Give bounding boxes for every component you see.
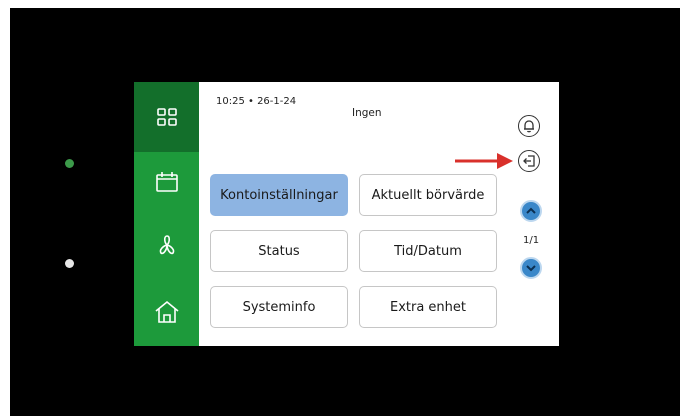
chevron-up-icon: [526, 207, 536, 214]
logout-button[interactable]: [518, 150, 540, 172]
page-up-button[interactable]: [520, 200, 542, 222]
annotation-arrow: [455, 153, 513, 169]
logout-icon: [523, 155, 535, 167]
status-led-green: [65, 159, 74, 168]
touch-screen: 10:25 • 26-1-24 Ingen Kontoinställningar…: [134, 82, 559, 346]
bell-icon: [524, 120, 534, 133]
current-setpoint-button[interactable]: Aktuellt börvärde: [359, 174, 497, 216]
grid-icon: [156, 108, 177, 126]
page-down-button[interactable]: [520, 257, 542, 279]
account-settings-button[interactable]: Kontoinställningar: [210, 174, 348, 216]
sidebar-item-menu[interactable]: [134, 82, 199, 152]
sidebar-item-schedule[interactable]: [134, 152, 199, 212]
timestamp: 10:25 • 26-1-24: [216, 96, 297, 107]
fan-icon: [159, 234, 174, 254]
time-date-button[interactable]: Tid/Datum: [359, 230, 497, 272]
sidebar-item-fan[interactable]: [134, 212, 199, 277]
sidebar-item-home[interactable]: [134, 277, 199, 346]
calendar-icon: [155, 172, 178, 192]
notifications-button[interactable]: [518, 115, 540, 137]
chevron-down-icon: [526, 265, 536, 272]
page-indicator: 1/1: [523, 235, 540, 246]
home-icon: [154, 300, 179, 323]
system-info-button[interactable]: Systeminfo: [210, 286, 348, 328]
sidebar: [134, 82, 199, 346]
extra-unit-button[interactable]: Extra enhet: [359, 286, 497, 328]
mode-label: Ingen: [352, 107, 382, 119]
status-led-white: [65, 259, 74, 268]
status-button[interactable]: Status: [210, 230, 348, 272]
